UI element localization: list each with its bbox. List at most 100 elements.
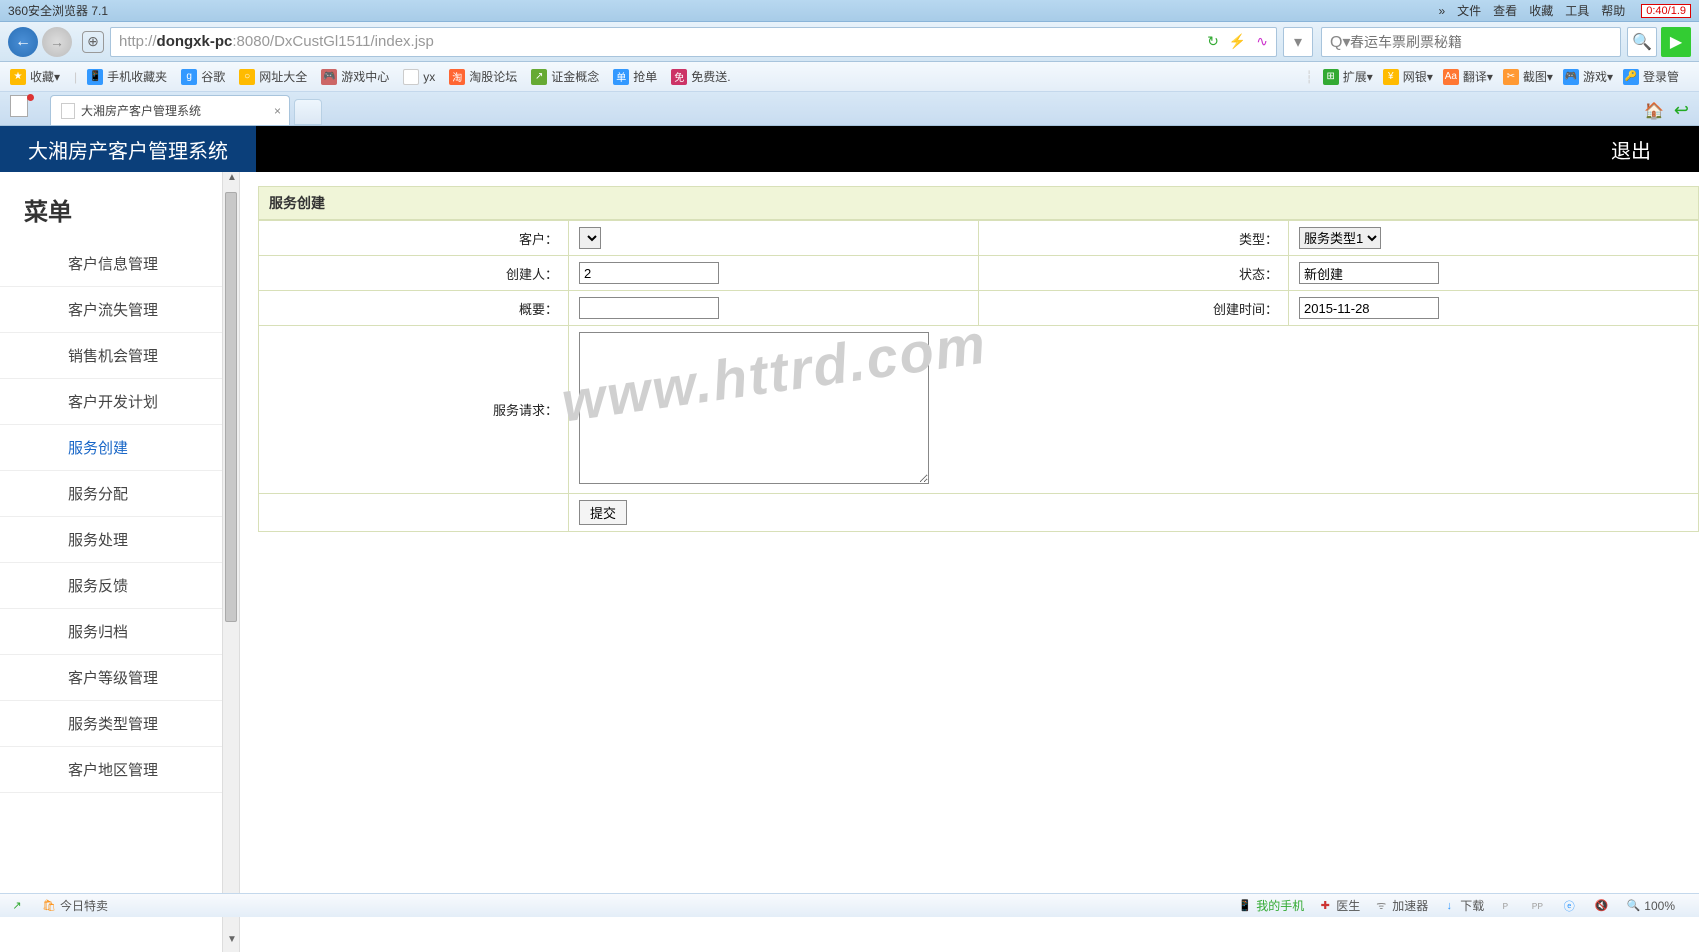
- restore-tabs-icon[interactable]: [10, 95, 36, 121]
- url-path: :8080/DxCustGl1511/index.jsp: [232, 33, 434, 50]
- bookmark-zhengjin[interactable]: ↗证金概念: [531, 68, 599, 85]
- search-go-button[interactable]: ▶: [1661, 27, 1691, 57]
- tab-title: 大湘房产客户管理系统: [81, 102, 201, 119]
- status-accelerator[interactable]: ᯤ加速器: [1374, 897, 1428, 914]
- label-summary: 概要：: [259, 291, 569, 326]
- search-box[interactable]: Q▾: [1321, 27, 1621, 57]
- customer-select[interactable]: [579, 227, 601, 249]
- document-icon: [61, 103, 75, 119]
- sidebar-item-service-handle[interactable]: 服务处理: [0, 517, 222, 563]
- brand-title: 大湘房产客户管理系统: [0, 126, 256, 172]
- bookmark-sites[interactable]: ○网址大全: [239, 68, 307, 85]
- undo-icon[interactable]: ↩: [1674, 100, 1689, 121]
- status-arrow-icon[interactable]: ↗: [10, 899, 28, 913]
- sidebar-item-customer-loss[interactable]: 客户流失管理: [0, 287, 222, 333]
- sidebar-scrollbar[interactable]: ▲ ▼: [222, 172, 240, 952]
- lightning-icon[interactable]: ⚡: [1229, 33, 1246, 50]
- label-type: 类型：: [979, 221, 1289, 256]
- status-pp-icon[interactable]: ᴘᴘ: [1530, 899, 1548, 913]
- sidebar-item-dev-plan[interactable]: 客户开发计划: [0, 379, 222, 425]
- nav-bar: ← → ⊕ http:// dongxk-pc :8080/DxCustGl15…: [0, 22, 1699, 62]
- status-p-icon[interactable]: ᴘ: [1498, 899, 1516, 913]
- status-bar: ↗ 🛍今日特卖 📱我的手机 ✚医生 ᯤ加速器 ↓下载 ᴘ ᴘᴘ ⓔ 🔇 🔍100…: [0, 893, 1699, 917]
- sidebar-item-service-type[interactable]: 服务类型管理: [0, 701, 222, 747]
- bookmark-taogu[interactable]: 淘淘股论坛: [449, 68, 517, 85]
- tool-login[interactable]: 🔑登录管: [1623, 68, 1679, 85]
- bookmark-google[interactable]: g谷歌: [181, 68, 225, 85]
- sidebar-item-service-assign[interactable]: 服务分配: [0, 471, 222, 517]
- scroll-up-icon[interactable]: ▲: [223, 172, 241, 190]
- close-icon[interactable]: ×: [274, 104, 281, 118]
- forward-button[interactable]: →: [42, 27, 72, 57]
- home-icon[interactable]: 🏠: [1644, 101, 1664, 121]
- status-e-icon[interactable]: ⓔ: [1562, 899, 1580, 913]
- page-header: 大湘房产客户管理系统 退出: [0, 126, 1699, 172]
- sidebar: 菜单 客户信息管理 客户流失管理 销售机会管理 客户开发计划 服务创建 服务分配…: [0, 172, 222, 952]
- tab-active[interactable]: 大湘房产客户管理系统 ×: [50, 95, 290, 125]
- shield-icon[interactable]: ⊕: [82, 31, 104, 53]
- creator-input[interactable]: [579, 262, 719, 284]
- favorites-button[interactable]: ★收藏 ▾: [10, 68, 60, 85]
- request-textarea[interactable]: [579, 332, 929, 484]
- menu-favorites[interactable]: 收藏: [1529, 2, 1553, 19]
- browser-title-bar: 360安全浏览器 7.1 » 文件 查看 收藏 工具 帮助 0:40/1.9: [0, 0, 1699, 22]
- form-table: 客户： 类型： 服务类型1 创建人： 状态： 概要： 创建时间： 服务请求：: [258, 220, 1699, 532]
- status-doctor[interactable]: ✚医生: [1318, 897, 1360, 914]
- menu-list: 客户信息管理 客户流失管理 销售机会管理 客户开发计划 服务创建 服务分配 服务…: [0, 241, 222, 793]
- tool-translate[interactable]: Aa翻译 ▾: [1443, 68, 1493, 85]
- menu-heading: 菜单: [0, 172, 222, 241]
- sidebar-item-service-feedback[interactable]: 服务反馈: [0, 563, 222, 609]
- status-today-sale[interactable]: 🛍今日特卖: [42, 897, 108, 914]
- tool-game[interactable]: 🎮游戏 ▾: [1563, 68, 1613, 85]
- page-body: 菜单 客户信息管理 客户流失管理 销售机会管理 客户开发计划 服务创建 服务分配…: [0, 172, 1699, 952]
- summary-input[interactable]: [579, 297, 719, 319]
- bookmark-gamecenter[interactable]: 🎮游戏中心: [321, 68, 389, 85]
- scroll-thumb[interactable]: [225, 192, 237, 622]
- sidebar-item-region[interactable]: 客户地区管理: [0, 747, 222, 793]
- back-button[interactable]: ←: [8, 27, 38, 57]
- sidebar-item-customer-info[interactable]: 客户信息管理: [0, 241, 222, 287]
- url-host: dongxk-pc: [157, 33, 233, 50]
- tool-bank[interactable]: ¥网银 ▾: [1383, 68, 1433, 85]
- scroll-down-icon[interactable]: ▼: [223, 934, 241, 952]
- address-bar[interactable]: http:// dongxk-pc :8080/DxCustGl1511/ind…: [110, 27, 1277, 57]
- menu-view[interactable]: 查看: [1493, 2, 1517, 19]
- menu-file[interactable]: 文件: [1457, 2, 1481, 19]
- status-download[interactable]: ↓下载: [1442, 897, 1484, 914]
- bookmark-free[interactable]: 免免费送.: [671, 68, 730, 85]
- sidebar-item-customer-level[interactable]: 客户等级管理: [0, 655, 222, 701]
- label-created: 创建时间：: [979, 291, 1289, 326]
- reload-icon[interactable]: ↻: [1207, 33, 1219, 50]
- browser-title: 360安全浏览器 7.1: [8, 2, 108, 19]
- menu-tools[interactable]: 工具: [1565, 2, 1589, 19]
- status-mute-icon[interactable]: 🔇: [1594, 899, 1612, 913]
- status-my-phone[interactable]: 📱我的手机: [1238, 897, 1304, 914]
- tool-extend[interactable]: ⊞扩展 ▾: [1323, 68, 1373, 85]
- status-input[interactable]: [1299, 262, 1439, 284]
- menu-help[interactable]: 帮助: [1601, 2, 1625, 19]
- created-input[interactable]: [1299, 297, 1439, 319]
- warn-indicator: 0:40/1.9: [1641, 4, 1691, 18]
- tool-screenshot[interactable]: ✂截图 ▾: [1503, 68, 1553, 85]
- sidebar-item-service-archive[interactable]: 服务归档: [0, 609, 222, 655]
- type-select[interactable]: 服务类型1: [1299, 227, 1381, 249]
- new-tab-button[interactable]: [294, 99, 322, 125]
- label-creator: 创建人：: [259, 256, 569, 291]
- search-input[interactable]: [1350, 34, 1612, 50]
- sidebar-item-sales-opportunity[interactable]: 销售机会管理: [0, 333, 222, 379]
- bookmark-mobile[interactable]: 📱手机收藏夹: [87, 68, 167, 85]
- action-dropdown[interactable]: ▾: [1283, 27, 1313, 57]
- chevron-icon[interactable]: »: [1438, 4, 1445, 18]
- label-request: 服务请求：: [259, 326, 569, 494]
- bookmark-qiangdan[interactable]: 单抢单: [613, 68, 657, 85]
- status-zoom[interactable]: 🔍100%: [1626, 899, 1675, 913]
- tab-bar: 大湘房产客户管理系统 × 🏠 ↩: [0, 92, 1699, 126]
- search-mag-button[interactable]: 🔍: [1627, 27, 1657, 57]
- logout-link[interactable]: 退出: [1611, 135, 1651, 164]
- speed-icon[interactable]: ∿: [1256, 33, 1268, 50]
- sidebar-item-service-create[interactable]: 服务创建: [0, 425, 222, 471]
- bookmark-yx[interactable]: yx: [403, 69, 435, 85]
- url-protocol: http://: [119, 33, 157, 50]
- bookmark-bar: ★收藏 ▾ | 📱手机收藏夹 g谷歌 ○网址大全 🎮游戏中心 yx 淘淘股论坛 …: [0, 62, 1699, 92]
- submit-button[interactable]: 提交: [579, 500, 627, 525]
